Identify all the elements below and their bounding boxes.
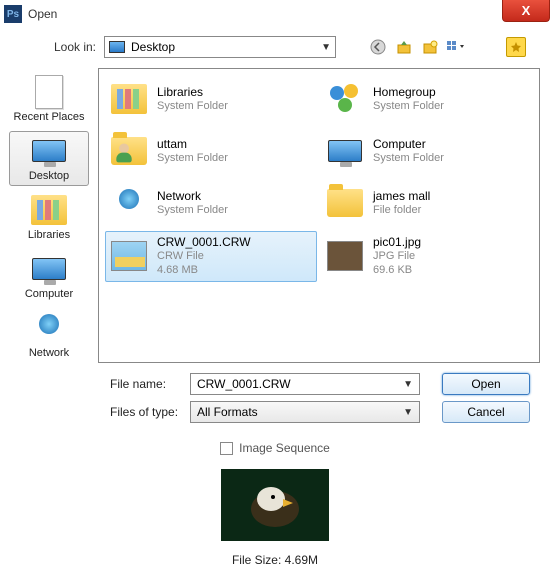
file-name: Homegroup [373,85,444,100]
file-meta: System Folder [373,100,444,114]
file-item[interactable]: james mallFile folder [321,179,533,227]
computer-icon [325,131,365,171]
filename-input[interactable]: CRW_0001.CRW ▼ [190,373,420,395]
file-item[interactable]: CRW_0001.CRWCRW File4.68 MB [105,231,317,282]
file-item[interactable]: ComputerSystem Folder [321,127,533,175]
image-sequence-label: Image Sequence [239,441,330,455]
file-name: james mall [373,189,430,204]
computer-icon [28,253,70,285]
libraries-icon [109,79,149,119]
file-list-pane: LibrariesSystem FolderHomegroupSystem Fo… [98,68,540,363]
open-button[interactable]: Open [442,373,530,395]
network-icon [109,183,149,223]
controls: File name: CRW_0001.CRW ▼ Open Files of … [0,363,550,423]
file-item[interactable]: NetworkSystem Folder [105,179,317,227]
chevron-down-icon: ▼ [403,379,413,390]
up-one-level-button[interactable] [394,37,414,57]
network-icon [28,312,70,344]
place-label: Desktop [29,170,69,182]
new-folder-button[interactable] [420,37,440,57]
file-meta: System Folder [157,204,228,218]
file-meta: System Folder [157,100,228,114]
photo-icon [325,236,365,276]
app-icon: Ps [4,5,22,23]
eagle-icon [221,469,329,541]
window-title: Open [28,7,57,21]
file-item[interactable]: pic01.jpgJPG File69.6 KB [321,231,533,282]
place-computer[interactable]: Computer [9,249,89,304]
body-area: Recent Places Desktop Libraries Computer… [0,68,550,363]
file-meta2: 69.6 KB [373,264,421,278]
recent-places-icon [28,76,70,108]
place-label: Libraries [28,229,70,241]
file-meta: JPG File [373,250,421,264]
image-sequence-row: Image Sequence [0,429,550,463]
file-item[interactable]: uttamSystem Folder [105,127,317,175]
homegroup-icon [325,79,365,119]
favorites-button[interactable] [506,37,526,57]
filetype-dropdown[interactable]: All Formats ▼ [190,401,420,423]
libraries-icon [28,194,70,226]
back-button[interactable] [368,37,388,57]
desktop-icon [28,135,70,167]
titlebar: Ps Open X [0,0,550,28]
file-name: Computer [373,137,444,152]
lookin-label: Look in: [0,40,96,54]
view-menu-button[interactable] [446,37,466,57]
file-meta: System Folder [373,152,444,166]
preview-row [0,463,550,545]
cancel-button[interactable]: Cancel [442,401,530,423]
place-label: Recent Places [14,111,85,123]
file-name: Network [157,189,228,204]
chevron-down-icon: ▼ [403,407,413,418]
desktop-icon [109,41,125,53]
file-size-label: File Size: 4.69M [0,545,550,567]
image-icon [109,236,149,276]
lookin-row: Look in: Desktop ▼ [0,28,550,68]
filename-value: CRW_0001.CRW [197,377,291,391]
file-item[interactable]: HomegroupSystem Folder [321,75,533,123]
close-button[interactable]: X [502,0,550,22]
user-icon [109,131,149,171]
file-meta: System Folder [157,152,228,166]
star-icon [510,41,522,53]
place-desktop[interactable]: Desktop [9,131,89,186]
folder-icon [325,183,365,223]
filetype-label: Files of type: [0,405,190,419]
place-network[interactable]: Network [9,308,89,363]
chevron-down-icon: ▼ [321,42,331,53]
filetype-value: All Formats [197,405,258,419]
place-label: Network [29,347,69,359]
filename-label: File name: [0,377,190,391]
image-sequence-checkbox[interactable] [220,442,233,455]
nav-icons [368,37,466,57]
file-name: CRW_0001.CRW [157,235,251,250]
file-name: pic01.jpg [373,235,421,250]
places-bar: Recent Places Desktop Libraries Computer… [0,68,98,363]
lookin-dropdown[interactable]: Desktop ▼ [104,36,336,58]
place-label: Computer [25,288,73,300]
place-recent[interactable]: Recent Places [9,72,89,127]
file-name: uttam [157,137,228,152]
lookin-value: Desktop [131,40,175,54]
file-meta2: 4.68 MB [157,264,251,278]
file-meta: File folder [373,204,430,218]
place-libraries[interactable]: Libraries [9,190,89,245]
preview-thumbnail [221,469,329,541]
file-item[interactable]: LibrariesSystem Folder [105,75,317,123]
file-meta: CRW File [157,250,251,264]
file-name: Libraries [157,85,228,100]
